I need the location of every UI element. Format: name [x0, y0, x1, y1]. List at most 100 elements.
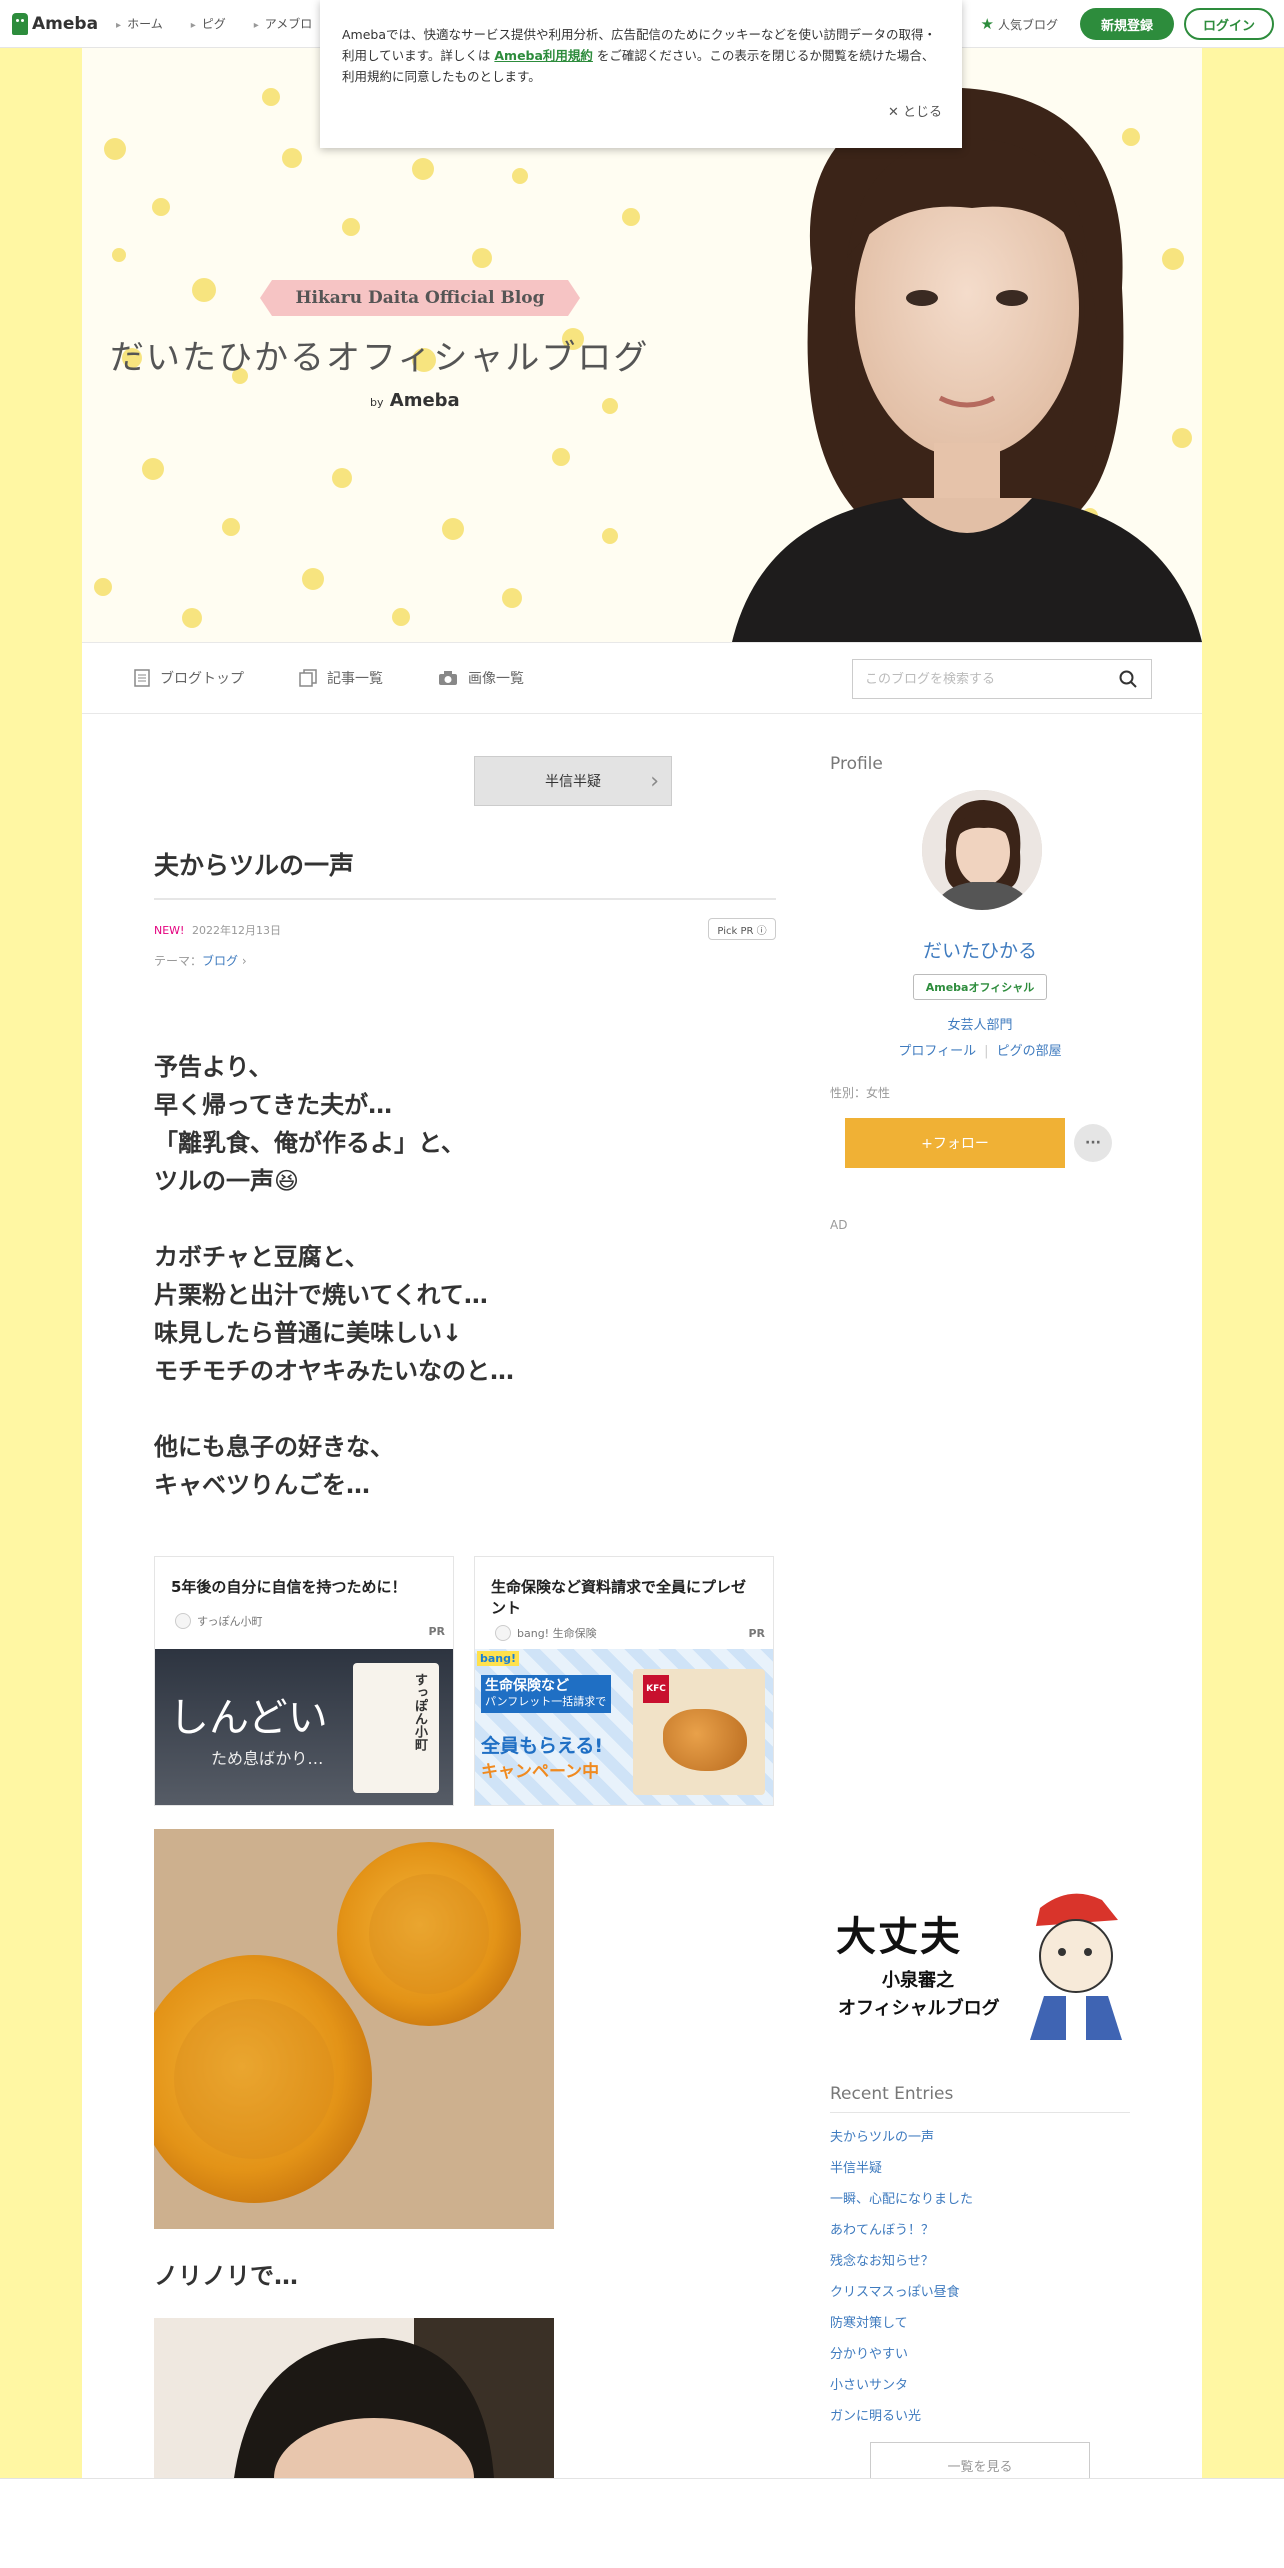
- nav-ameblo[interactable]: アメブロ: [254, 15, 312, 32]
- official-badge: Amebaオフィシャル: [913, 974, 1047, 1000]
- advertiser-name: bang! 生命保険: [517, 1627, 597, 1640]
- blog-search-input[interactable]: [865, 671, 1105, 687]
- image-list-link[interactable]: 画像一覧: [438, 668, 524, 688]
- ad-label: AD: [830, 1218, 848, 1232]
- recent-entry-link[interactable]: 防寒対策して: [830, 2312, 973, 2343]
- ad-image: bang! 生命保険など パンフレット一括請求で 全員もらえる! キャンペーン中…: [475, 1649, 773, 1805]
- profile-avatar[interactable]: [922, 790, 1042, 910]
- pick-pr-button[interactable]: Pick PR ⓘ: [708, 918, 776, 940]
- terms-link[interactable]: Ameba利用規約: [494, 48, 593, 63]
- blog-top-label: ブログトップ: [160, 671, 244, 687]
- popular-blog-link[interactable]: ★ 人気ブログ: [981, 15, 1058, 33]
- okonomiyaki-photo[interactable]: [154, 1829, 554, 2229]
- polka-dot: [602, 528, 618, 544]
- body-line: 予告より、: [154, 1053, 273, 1081]
- recent-entry-link[interactable]: 半信半疑: [830, 2157, 973, 2188]
- previous-entry-label: 半信半疑: [545, 774, 601, 790]
- logo-text: Ameba: [32, 13, 99, 34]
- cookie-close-button[interactable]: ✕ とじる: [888, 102, 942, 123]
- polka-dot: [302, 568, 324, 590]
- ad-card-suppon[interactable]: 5年後の自分に自信を持つために！ すっぽん小町 PR しんどい ため息ばかり… …: [154, 1556, 454, 1806]
- ameba-wordmark: Ameba: [389, 390, 460, 411]
- search-icon[interactable]: [1119, 670, 1137, 688]
- ameba-mascot-icon: [12, 12, 28, 35]
- polka-dot: [602, 398, 618, 414]
- recent-entry-link[interactable]: あわてんぼう！？: [830, 2219, 973, 2250]
- recent-entry-link[interactable]: クリスマスっぽい昼食: [830, 2281, 973, 2312]
- blog-title: だいたひかるオフィシャルブログ: [110, 338, 650, 378]
- profile-links: プロフィール | ピグの部屋: [898, 1044, 1062, 1059]
- blog-top-link[interactable]: ブログトップ: [134, 668, 244, 688]
- follow-button[interactable]: +フォロー: [845, 1118, 1065, 1168]
- signup-button[interactable]: 新規登録: [1080, 8, 1174, 40]
- recent-entry-link[interactable]: 一瞬、心配になりました: [830, 2188, 973, 2219]
- pigg-room-link[interactable]: ピグの部屋: [997, 1044, 1062, 1059]
- polka-dot: [392, 608, 410, 626]
- more-options-button[interactable]: ···: [1074, 1124, 1112, 1162]
- global-nav: ホーム ピグ アメブロ: [116, 15, 312, 32]
- by-ameba-logo: by Ameba: [370, 390, 460, 411]
- new-badge: NEW!: [154, 924, 185, 937]
- camera-icon: [439, 671, 457, 685]
- body-line: キャベツりんごを…: [154, 1471, 370, 1499]
- polka-dot: [342, 218, 360, 236]
- profile-link[interactable]: プロフィール: [898, 1044, 976, 1059]
- polka-dot: [282, 148, 302, 168]
- avatar-image: [922, 790, 1042, 910]
- body-line: 他にも息子の好きな、: [154, 1433, 394, 1461]
- polka-dot: [502, 588, 522, 608]
- polka-dot: [412, 158, 434, 180]
- ad-line-3: 全員もらえる!: [481, 1735, 604, 1757]
- entry-list-label: 記事一覧: [327, 671, 383, 687]
- profile-name[interactable]: だいたひかる: [830, 936, 1130, 963]
- polka-dot: [152, 198, 170, 216]
- profile-heading: Profile: [830, 754, 883, 774]
- ad-banner-text: 生命保険など パンフレット一括請求で: [481, 1675, 611, 1713]
- banner-subtitle: オフィシャルブログ: [838, 1998, 1000, 2019]
- entry-body: 予告より、 早く帰ってきた夫が… 「離乳食、俺が作るよ」と、 ツルの一声😆 カボ…: [154, 1048, 776, 1504]
- kfc-logo: KFC: [643, 1675, 669, 1703]
- polka-dot: [442, 518, 464, 540]
- ad-title: 生命保険など資料請求で全員にプレゼント: [491, 1578, 747, 1617]
- photo-caption: ノリノリで…: [154, 2262, 298, 2290]
- ad-title: 5年後の自分に自信を持つために！: [171, 1578, 407, 1596]
- chevron-right-icon: ›: [650, 769, 659, 794]
- recent-entry-link[interactable]: 夫からツルの一声: [830, 2126, 973, 2157]
- entry-list-link[interactable]: 記事一覧: [299, 668, 383, 688]
- blog-subnav: ブログトップ 記事一覧 画像一覧: [82, 642, 1202, 714]
- baby-photo[interactable]: [154, 2318, 554, 2478]
- entry-date: 2022年12月13日: [191, 924, 281, 937]
- body-line: モチモチのオヤキみたいなのと…: [154, 1357, 514, 1385]
- recent-entry-link[interactable]: 残念なお知らせ？: [830, 2250, 973, 2281]
- ad-card-insurance[interactable]: 生命保険など資料請求で全員にプレゼント bang! 生命保険 PR bang! …: [474, 1556, 774, 1806]
- blog-page: Hikaru Daita Official Blog だいたひかるオフィシャルブ…: [82, 48, 1202, 2488]
- popular-label: 人気ブログ: [997, 17, 1058, 32]
- theme-link[interactable]: ブログ: [202, 954, 238, 968]
- ameba-logo[interactable]: Ameba: [12, 12, 99, 35]
- ad-product: すっぽん小町: [353, 1663, 439, 1793]
- genre-link[interactable]: 女芸人部門: [830, 1014, 1130, 1033]
- login-button[interactable]: ログイン: [1184, 8, 1274, 40]
- advertiser-icon: [175, 1613, 191, 1629]
- blog-search-box[interactable]: [852, 659, 1152, 699]
- baby-photo-illustration: [154, 2318, 554, 2478]
- by-label: by: [370, 396, 384, 409]
- ad-image: しんどい ため息ばかり… すっぽん小町: [155, 1649, 453, 1805]
- recent-entries-heading: Recent Entries: [830, 2084, 1130, 2113]
- ad-advertiser: すっぽん小町: [175, 1613, 263, 1629]
- recent-entry-link[interactable]: 分かりやすい: [830, 2343, 973, 2374]
- ad-line-2: パンフレット一括請求で: [485, 1695, 607, 1708]
- recommended-blog-banner[interactable]: 大丈夫 小泉審之 オフィシャルブログ: [830, 1886, 1130, 2040]
- header-actions: ★ 人気ブログ 新規登録 ログイン: [981, 8, 1274, 40]
- bang-logo: bang!: [477, 1651, 520, 1666]
- polka-dot: [142, 458, 164, 480]
- banner-headline: 大丈夫: [836, 1914, 962, 1960]
- entry-title[interactable]: 夫からツルの一声: [154, 846, 776, 900]
- recent-entry-link[interactable]: 小さいサンタ: [830, 2374, 973, 2405]
- nav-home[interactable]: ホーム: [116, 15, 163, 32]
- recent-entry-link[interactable]: ガンに明るい光: [830, 2405, 973, 2436]
- previous-entry-button[interactable]: 半信半疑 ›: [474, 756, 672, 806]
- theme-label: テーマ：: [154, 954, 203, 968]
- nav-pigg[interactable]: ピグ: [191, 15, 226, 32]
- body-line: カボチャと豆腐と、: [154, 1243, 369, 1271]
